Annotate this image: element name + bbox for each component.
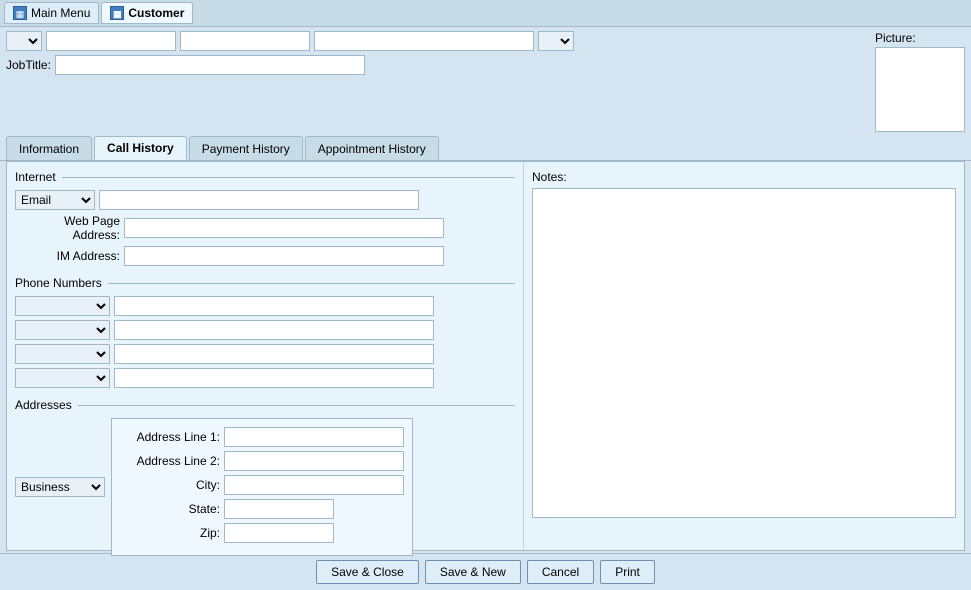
city-input[interactable] [224, 475, 404, 495]
internet-section: Internet Email Web Page Address: IM Addr… [15, 170, 515, 266]
phone-row-1 [15, 296, 515, 316]
picture-box[interactable] [875, 47, 965, 132]
main-content: Internet Email Web Page Address: IM Addr… [6, 161, 965, 551]
tab-payment-history[interactable]: Payment History [189, 136, 303, 160]
email-type-select[interactable]: Email [15, 190, 95, 210]
save-close-button[interactable]: Save & Close [316, 560, 419, 584]
phone-row-3 [15, 344, 515, 364]
top-row1 [6, 31, 863, 51]
last-name-field[interactable] [314, 31, 534, 51]
zip-input[interactable] [224, 523, 334, 543]
tab-information[interactable]: Information [6, 136, 92, 160]
phone-input-4[interactable] [114, 368, 434, 388]
main-menu-label: Main Menu [31, 6, 90, 20]
addr-line2-input[interactable] [224, 451, 404, 471]
addr-line2-row: Address Line 2: [120, 451, 404, 471]
phone-input-1[interactable] [114, 296, 434, 316]
addr-line2-label: Address Line 2: [120, 454, 220, 468]
im-input[interactable] [124, 246, 444, 266]
state-row: State: [120, 499, 404, 519]
addresses-section: Addresses Business Address Line 1: Addre… [15, 398, 515, 556]
phone-header: Phone Numbers [15, 276, 515, 290]
main-menu-icon: ▦ [13, 6, 27, 20]
tab-main-menu[interactable]: ▦ Main Menu [4, 2, 99, 24]
bottom-bar: Save & Close Save & New Cancel Print [0, 553, 971, 590]
im-row: IM Address: [15, 246, 515, 266]
save-new-button[interactable]: Save & New [425, 560, 521, 584]
phone-type-4[interactable] [15, 368, 110, 388]
phone-type-1[interactable] [15, 296, 110, 316]
zip-row: Zip: [120, 523, 404, 543]
title-bar: ▦ Main Menu ▦ Customer [0, 0, 971, 27]
tab-appointment-history[interactable]: Appointment History [305, 136, 439, 160]
webpage-row: Web Page Address: [15, 214, 515, 242]
addr-box: Address Line 1: Address Line 2: City: St… [111, 418, 413, 556]
webpage-input[interactable] [124, 218, 444, 238]
addr-line1-input[interactable] [224, 427, 404, 447]
customer-icon: ▦ [110, 6, 124, 20]
middle-name-field[interactable] [180, 31, 310, 51]
tabs-bar: Information Call History Payment History… [0, 136, 971, 161]
notes-textarea[interactable] [532, 188, 956, 518]
city-label: City: [120, 478, 220, 492]
jobtitle-label: JobTitle: [6, 58, 51, 72]
left-panel: Internet Email Web Page Address: IM Addr… [7, 162, 524, 550]
zip-label: Zip: [120, 526, 220, 540]
internet-title: Internet [15, 170, 62, 184]
email-label-select: Email [15, 190, 95, 210]
top-row2: JobTitle: [6, 55, 863, 75]
phone-section: Phone Numbers [15, 276, 515, 388]
phone-type-3[interactable] [15, 344, 110, 364]
print-button[interactable]: Print [600, 560, 655, 584]
phone-line [108, 283, 515, 284]
customer-label: Customer [128, 6, 184, 20]
picture-label: Picture: [875, 31, 916, 45]
email-input[interactable] [99, 190, 419, 210]
phone-row-2 [15, 320, 515, 340]
phone-title: Phone Numbers [15, 276, 108, 290]
tab-customer[interactable]: ▦ Customer [101, 2, 193, 24]
cancel-button[interactable]: Cancel [527, 560, 594, 584]
addr-type-select[interactable]: Business [15, 477, 105, 497]
phone-type-2[interactable] [15, 320, 110, 340]
picture-section: Picture: [875, 31, 965, 132]
addr-line1-label: Address Line 1: [120, 430, 220, 444]
suffix-dropdown[interactable] [538, 31, 574, 51]
phone-row-4 [15, 368, 515, 388]
first-name-field[interactable] [46, 31, 176, 51]
im-label: IM Address: [15, 249, 120, 263]
addr-line1-row: Address Line 1: [120, 427, 404, 447]
addresses-title: Addresses [15, 398, 78, 412]
email-row: Email [15, 190, 515, 210]
state-input[interactable] [224, 499, 334, 519]
addresses-header: Addresses [15, 398, 515, 412]
addresses-line [78, 405, 515, 406]
internet-line [62, 177, 515, 178]
top-section: JobTitle: Picture: [0, 27, 971, 136]
right-panel: Notes: [524, 162, 964, 550]
addr-type-row: Business Address Line 1: Address Line 2:… [15, 418, 515, 556]
phone-input-3[interactable] [114, 344, 434, 364]
tab-call-history[interactable]: Call History [94, 136, 187, 160]
jobtitle-field[interactable] [55, 55, 365, 75]
phone-input-2[interactable] [114, 320, 434, 340]
state-label: State: [120, 502, 220, 516]
webpage-label: Web Page Address: [15, 214, 120, 242]
internet-header: Internet [15, 170, 515, 184]
notes-label: Notes: [532, 170, 956, 184]
city-row: City: [120, 475, 404, 495]
name-type-dropdown[interactable] [6, 31, 42, 51]
top-fields: JobTitle: [6, 31, 863, 75]
